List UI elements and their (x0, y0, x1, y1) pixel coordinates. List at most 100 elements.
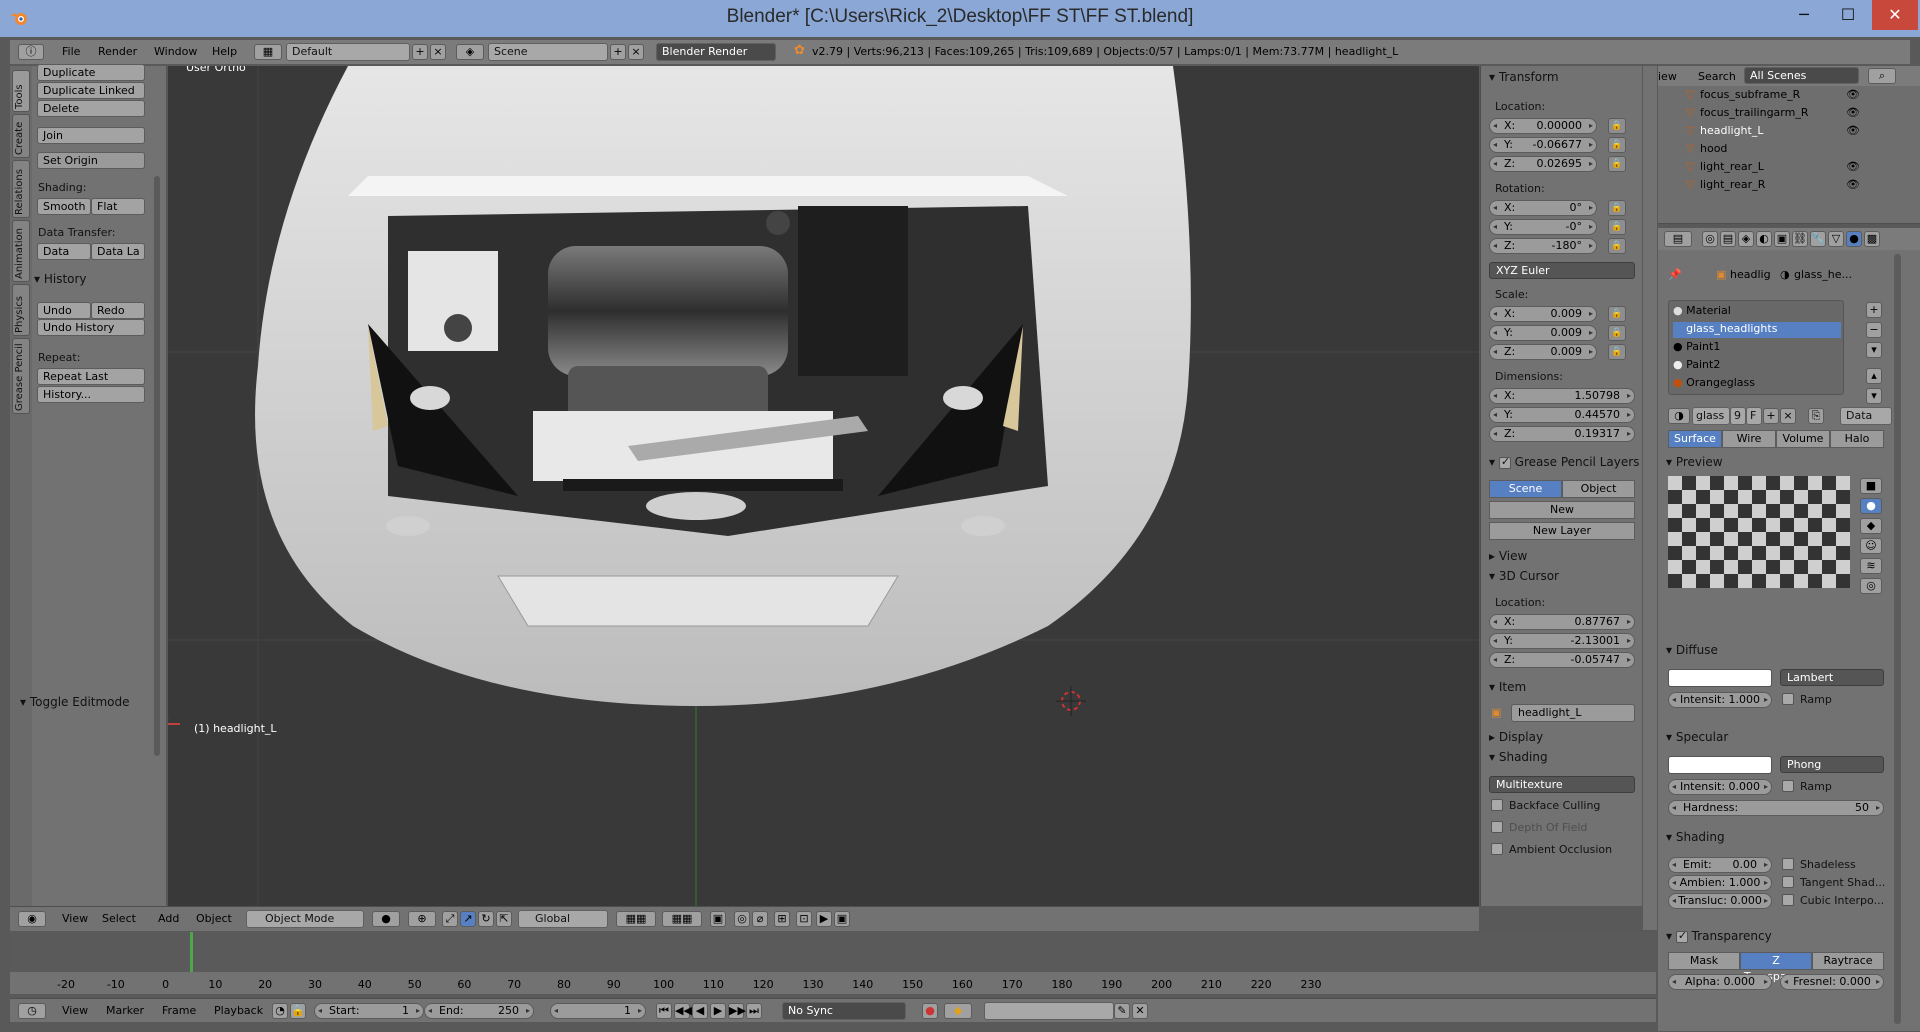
tab-physics[interactable]: Physics (12, 284, 30, 336)
diffuse-panel-header[interactable]: ▾ Diffuse (1666, 643, 1718, 657)
move-down-icon[interactable]: ▾ (1866, 388, 1882, 404)
duplicate-linked-button[interactable]: Duplicate Linked (37, 82, 145, 99)
history-panel-header[interactable]: ▾ History (34, 272, 87, 286)
outliner-row[interactable]: ▽ headlight_L 👁 (1658, 124, 1920, 140)
preview-flat-icon[interactable]: ■ (1860, 478, 1882, 494)
lock-icon[interactable]: 🔒 (1608, 200, 1626, 216)
tool-shelf-scrollbar[interactable] (154, 176, 160, 756)
lock-icon[interactable]: 🔒 (1608, 344, 1626, 360)
jump-keyframe-forward-icon[interactable]: ▶▶ (728, 1003, 746, 1019)
visibility-eye-icon[interactable]: 👁 (1846, 160, 1860, 173)
opengl-render-icon[interactable]: ▶ (816, 911, 832, 927)
render-preview-icon[interactable]: ⊡ (796, 911, 812, 927)
gp-scene-toggle[interactable]: Scene (1489, 480, 1562, 498)
list-item[interactable]: ● glass_headlights (1673, 322, 1841, 338)
rotate-icon[interactable]: ↻ (478, 911, 494, 927)
manipulator-toggle-icon[interactable]: ⤢ (442, 911, 458, 927)
location-x[interactable]: X:0.00000 (1489, 118, 1597, 134)
close-button[interactable]: ✕ (1872, 0, 1918, 30)
timeline-menu-playback[interactable]: Playback (214, 1004, 263, 1017)
toggle-editmode-header[interactable]: ▾ Toggle Editmode (20, 695, 130, 709)
location-y[interactable]: Y:-0.06677 (1489, 137, 1597, 153)
delete-keyframe-icon[interactable]: ✕ (1132, 1003, 1148, 1019)
viewport-shading-icon[interactable]: ● (372, 911, 400, 927)
shading-panel-header[interactable]: ▾ Shading (1489, 750, 1548, 764)
dimensions-y[interactable]: Y:0.44570 (1489, 407, 1635, 423)
cubic-interpolation-checkbox[interactable] (1782, 894, 1794, 906)
editor-type-icon[interactable]: ⓘ (18, 44, 44, 60)
set-origin-button[interactable]: Set Origin (37, 152, 145, 169)
mode-select[interactable]: Object Mode (246, 910, 364, 928)
move-up-icon[interactable]: ▴ (1866, 368, 1882, 384)
jump-keyframe-back-icon[interactable]: ◀◀ (674, 1003, 692, 1019)
gp-new-button[interactable]: New (1489, 501, 1635, 519)
menu-select[interactable]: Select (102, 912, 136, 925)
tab-animation[interactable]: Animation (12, 220, 30, 282)
join-button[interactable]: Join (37, 127, 145, 144)
minimize-button[interactable]: ─ (1782, 0, 1826, 30)
preview-cube-icon[interactable]: ◆ (1860, 518, 1882, 534)
display-panel-header[interactable]: ▸ Display (1489, 730, 1543, 744)
n-panel-scrollbar[interactable] (1643, 66, 1657, 930)
delete-button[interactable]: Delete (37, 100, 145, 117)
fake-user-button[interactable]: F (1746, 407, 1762, 425)
layers-tab-icon[interactable]: ▤ (1720, 231, 1736, 247)
visibility-eye-icon[interactable]: 👁 (1846, 124, 1860, 137)
transparency-ztransp-toggle[interactable]: Z Transpare... (1740, 952, 1812, 983)
remove-slot-icon[interactable]: − (1866, 322, 1882, 338)
timeline-ruler[interactable]: -20 -10 0 10 20 30 40 50 60 70 80 90 100 110 120 130 140… (10, 972, 1656, 994)
add-slot-icon[interactable]: + (1866, 302, 1882, 318)
layout-icon[interactable]: ▦ (254, 44, 282, 60)
translate-icon[interactable]: ↗ (460, 911, 476, 927)
redo-button[interactable]: Redo (91, 302, 145, 319)
menu-help[interactable]: Help (212, 45, 237, 58)
undo-history-button[interactable]: Undo History (37, 319, 145, 336)
rotation-y[interactable]: Y:-0° (1489, 219, 1597, 235)
proportional-icon[interactable]: ◎ (734, 911, 750, 927)
lock-icon[interactable]: ▣ (710, 911, 726, 927)
jump-start-icon[interactable]: ⏮ (656, 1003, 672, 1019)
grease-pencil-header[interactable]: ▾ Grease Pencil Layers (1489, 455, 1639, 470)
undo-button[interactable]: Undo (37, 302, 91, 319)
visibility-eye-icon[interactable]: 👁 (1846, 88, 1860, 101)
transparency-toggle[interactable] (1675, 929, 1688, 943)
outliner-view-menu[interactable]: iew (1658, 70, 1677, 83)
menu-render[interactable]: Render (98, 45, 137, 58)
lock-icon[interactable]: 🔒 (1608, 306, 1626, 322)
menu-view[interactable]: View (62, 912, 88, 925)
diffuse-color-swatch[interactable] (1668, 669, 1772, 687)
cursor-x[interactable]: X:0.87767 (1489, 614, 1635, 630)
render-engine-select[interactable]: Blender Render (656, 43, 776, 61)
pin-icon[interactable]: 📌 (1668, 268, 1682, 281)
rotation-x[interactable]: X:0° (1489, 200, 1597, 216)
smooth-button[interactable]: Smooth (37, 198, 91, 215)
diffuse-intensity[interactable]: Intensit: 1.000 (1668, 692, 1772, 708)
jump-end-icon[interactable]: ⏭ (746, 1003, 762, 1019)
specular-panel-header[interactable]: ▾ Specular (1666, 730, 1728, 744)
depth-of-field-checkbox[interactable] (1491, 821, 1503, 833)
alpha-field[interactable]: Alpha: 0.000 (1668, 974, 1772, 990)
layers-2-icon[interactable]: ▦▦ (662, 911, 702, 927)
orientation-select[interactable]: Global (518, 910, 608, 928)
timeline-menu-frame[interactable]: Frame (162, 1004, 196, 1017)
tab-surface[interactable]: Surface (1668, 430, 1722, 448)
world-tab-icon[interactable]: ◐ (1756, 231, 1772, 247)
tangent-shading-checkbox[interactable] (1782, 876, 1794, 888)
item-name-field[interactable]: headlight_L (1511, 704, 1635, 722)
record-icon[interactable]: ● (922, 1003, 938, 1019)
current-frame-field[interactable]: 1 (550, 1003, 646, 1019)
material-browse-icon[interactable]: ◑ (1668, 408, 1690, 424)
transparency-mask-toggle[interactable]: Mask (1668, 952, 1740, 970)
specular-ramp-checkbox[interactable] (1782, 780, 1794, 792)
play-icon[interactable]: ▶ (710, 1003, 726, 1019)
history-button[interactable]: History... (37, 386, 145, 403)
grease-pencil-toggle[interactable] (1498, 455, 1511, 469)
tab-wire[interactable]: Wire (1722, 430, 1776, 448)
material-tab-icon[interactable]: ● (1846, 231, 1862, 247)
tab-volume[interactable]: Volume (1776, 430, 1830, 448)
maximize-button[interactable]: ☐ (1826, 0, 1870, 30)
transparency-raytrace-toggle[interactable]: Raytrace (1812, 952, 1884, 970)
insert-keyframe-icon[interactable]: ✎ (1114, 1003, 1130, 1019)
scene-icon[interactable]: ◈ (456, 44, 484, 60)
location-z[interactable]: Z:0.02695 (1489, 156, 1597, 172)
